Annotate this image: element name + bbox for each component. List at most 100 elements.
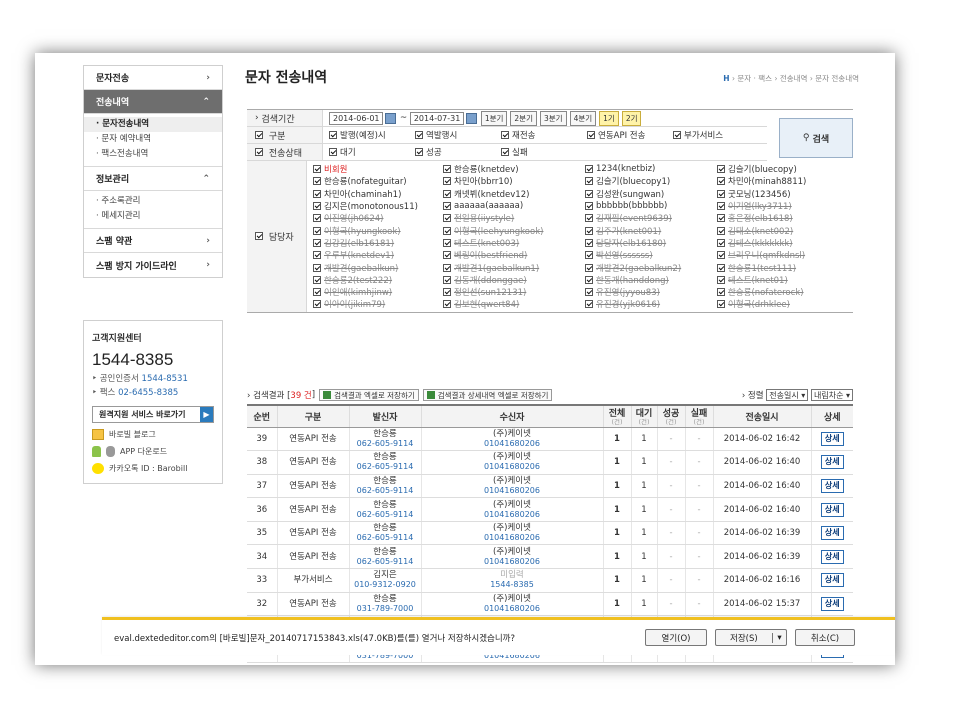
owner-option[interactable]: 한승룡(knetdev) <box>443 163 585 175</box>
checkbox[interactable] <box>443 238 451 247</box>
owner-option[interactable]: 김성완(sungwan) <box>585 188 717 200</box>
sidebar-item-spam-terms[interactable]: 스팸 약관 › <box>84 229 222 253</box>
owner-option[interactable]: 이진영(jh0624) <box>313 212 443 224</box>
owner-option[interactable]: 한동개(handdong) <box>585 274 717 286</box>
checkbox[interactable] <box>443 202 451 211</box>
owner-option[interactable]: 차민아(bbrr10) <box>443 175 585 187</box>
owner-option[interactable]: 1234(knetbiz) <box>585 163 717 175</box>
owner-option[interactable]: 김슬기(bluecopy1) <box>585 175 717 187</box>
owner-option[interactable]: 김테스(kkkkkkk) <box>717 237 847 249</box>
preset-period2-button[interactable]: 2기 <box>621 110 642 126</box>
checkbox[interactable] <box>585 263 593 272</box>
checkbox[interactable] <box>415 148 423 156</box>
owner-option[interactable]: 김태소(knet002) <box>717 224 847 237</box>
checkbox[interactable] <box>329 148 337 156</box>
checkbox[interactable] <box>717 238 725 247</box>
sidebar-subitem-sms-reserved[interactable]: · 문자 예약내역 <box>96 132 222 147</box>
sidebar-item-spam-guide[interactable]: 스팸 방지 가이드라인 › <box>84 253 222 277</box>
owner-option[interactable]: 베링이(bestfriend) <box>443 249 585 261</box>
checkbox[interactable] <box>443 214 451 223</box>
checkbox[interactable] <box>443 177 451 186</box>
type-option[interactable]: 역발행시 <box>415 129 501 141</box>
checkbox[interactable] <box>443 300 451 309</box>
calendar-icon[interactable] <box>385 112 396 124</box>
owner-option[interactable]: 개발견2(gaebalkun2) <box>585 261 717 274</box>
date-from-field[interactable]: 2014-06-01 <box>329 111 383 125</box>
owner-option[interactable]: 김강김(elb16181) <box>313 237 443 249</box>
owner-option[interactable]: 김지은(monotonous11) <box>313 200 443 212</box>
checkbox[interactable] <box>443 263 451 272</box>
checkbox[interactable] <box>717 300 725 309</box>
checkbox[interactable] <box>313 165 321 174</box>
sidebar-subitem-sms-history[interactable]: · 문자전송내역 <box>84 117 222 132</box>
owner-option[interactable]: 캐넷뷔(knetdev12) <box>443 188 585 200</box>
checkbox[interactable] <box>717 288 725 297</box>
owner-option[interactable]: 테스트(knet01) <box>717 274 847 286</box>
preset-q3-button[interactable]: 3분기 <box>539 110 567 126</box>
checkbox[interactable] <box>443 288 451 297</box>
checkbox[interactable] <box>313 300 321 309</box>
type-option[interactable]: 재전송 <box>501 129 587 141</box>
checkbox[interactable] <box>585 300 593 309</box>
checkbox[interactable] <box>501 131 509 139</box>
blog-link[interactable]: 바로빌 블로그 <box>92 429 214 440</box>
cancel-button[interactable]: 취소(C) <box>795 629 855 646</box>
sidebar-subitem-fax-history[interactable]: · 팩스전송내역 <box>96 147 222 162</box>
home-icon[interactable]: H <box>723 74 729 83</box>
checkbox[interactable] <box>717 263 725 272</box>
owner-option[interactable]: 이형국(leehyungkook) <box>443 224 585 237</box>
checkbox[interactable] <box>443 189 451 198</box>
calendar-icon[interactable] <box>465 112 477 124</box>
sidebar-item-sms-send[interactable]: 문자전송 › <box>84 66 222 90</box>
checkbox[interactable] <box>585 165 593 174</box>
preset-q4-button[interactable]: 4분기 <box>569 110 597 126</box>
checkbox[interactable] <box>443 251 451 260</box>
owner-option[interactable]: 김주가(knet001) <box>585 224 717 237</box>
checkbox[interactable] <box>585 226 593 235</box>
checkbox[interactable] <box>585 275 593 284</box>
checkbox[interactable] <box>313 202 321 211</box>
checkbox[interactable] <box>313 251 321 260</box>
excel-detail-export-button[interactable]: 검색결과 상세내역 엑셀로 저장하기 <box>422 389 553 401</box>
owner-option[interactable]: 김동개(ddonggae) <box>443 274 585 286</box>
type-option[interactable]: 연동API 전송 <box>587 129 673 141</box>
type-option[interactable]: 부가서비스 <box>673 129 723 141</box>
app-download-link[interactable]: APP 다운로드 <box>92 446 214 457</box>
status-option[interactable]: 성공 <box>415 146 501 158</box>
checkbox[interactable] <box>585 177 593 186</box>
checkbox[interactable] <box>443 165 451 174</box>
sort-field-select[interactable]: 전송일시 ▾ <box>766 389 809 401</box>
type-all-checkbox[interactable] <box>255 131 263 139</box>
owner-option[interactable]: 이형국(drhklee) <box>717 298 847 310</box>
detail-button[interactable]: 상세 <box>820 431 844 446</box>
checkbox[interactable] <box>313 214 321 223</box>
checkbox[interactable] <box>717 226 725 235</box>
sidebar-item-info[interactable]: 정보관리 ⌃ <box>84 167 222 191</box>
checkbox[interactable] <box>717 165 725 174</box>
owner-option[interactable]: 이인애(kimhjinw) <box>313 286 443 298</box>
type-option[interactable]: 발행(예정)시 <box>329 129 415 141</box>
checkbox[interactable] <box>585 202 593 211</box>
owner-option[interactable]: 우루부(knetdev1) <box>313 249 443 261</box>
checkbox[interactable] <box>717 214 725 223</box>
preset-q2-button[interactable]: 2분기 <box>510 110 537 126</box>
owner-option[interactable]: bbbbbb(bbbbbb) <box>585 200 717 212</box>
owner-all-checkbox[interactable] <box>255 232 263 241</box>
detail-button[interactable]: 상세 <box>820 455 844 470</box>
checkbox[interactable] <box>313 177 321 186</box>
checkbox[interactable] <box>585 238 593 247</box>
checkbox[interactable] <box>313 189 321 198</box>
date-to-field[interactable]: 2014-07-31 <box>409 111 464 125</box>
owner-option[interactable]: 비회원 <box>313 163 443 175</box>
detail-button[interactable]: 상세 <box>820 502 844 517</box>
checkbox[interactable] <box>443 226 451 235</box>
owner-option[interactable]: 이형국(hyungkook) <box>313 224 443 237</box>
sidebar-item-history[interactable]: 전송내역 ⌃ <box>84 90 222 114</box>
checkbox[interactable] <box>717 275 725 284</box>
owner-option[interactable]: 유진경(yjk0616) <box>585 298 717 310</box>
remote-support-button[interactable]: 원격지원 서비스 바로가기 ▶ <box>92 406 214 423</box>
sort-order-select[interactable]: 내림차순 ▾ <box>810 389 853 401</box>
checkbox[interactable] <box>443 275 451 284</box>
owner-option[interactable]: 김재필(event9639) <box>585 212 717 224</box>
owner-option[interactable]: 김슬기(bluecopy) <box>717 163 847 175</box>
